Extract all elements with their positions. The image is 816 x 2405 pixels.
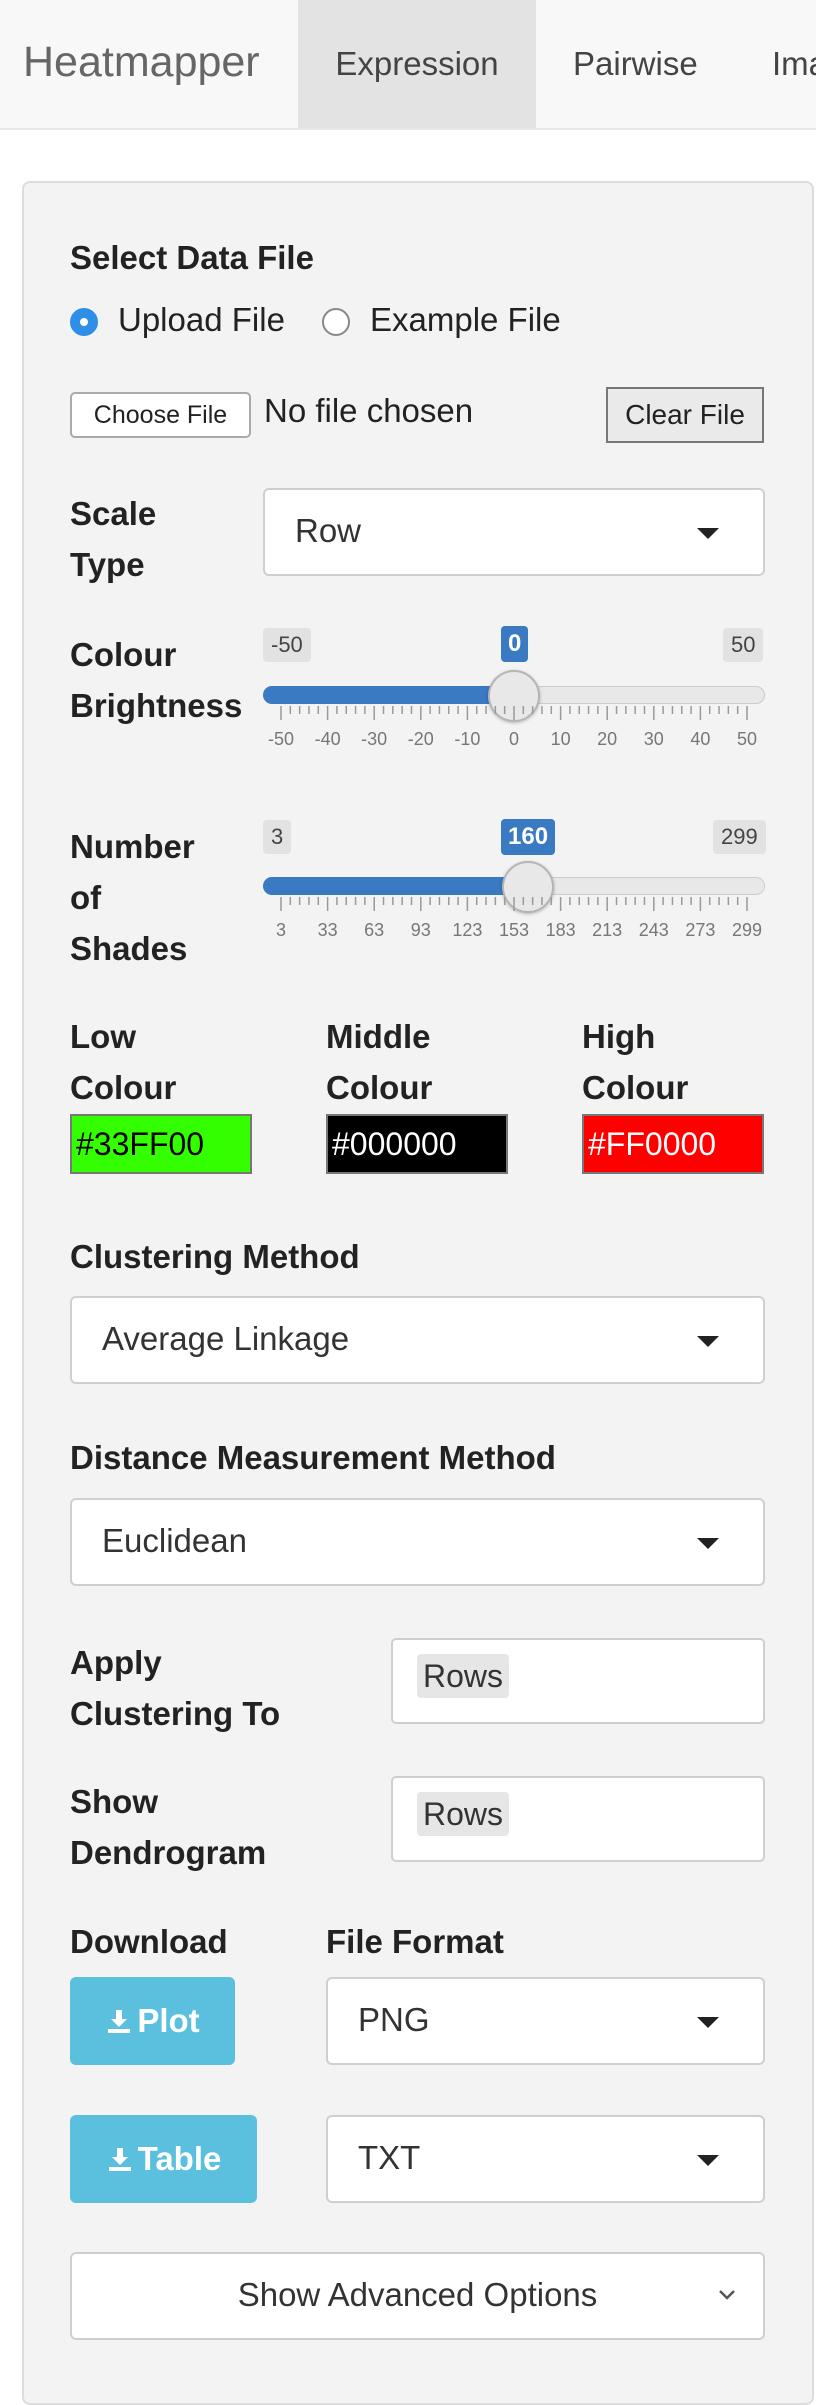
plot-format-value: PNG (358, 2001, 430, 2038)
table-format-select[interactable]: TXT (326, 2115, 765, 2203)
shades-current-label: 160 (501, 819, 556, 855)
tab-pairwise[interactable]: Pairwise (573, 0, 698, 128)
brightness-max-label: 50 (723, 628, 764, 662)
scale-type-value: Row (295, 512, 362, 549)
b-tick-label: -10 (454, 729, 481, 749)
radio-example-file-label[interactable]: Example File (370, 301, 561, 339)
b-tick-label: -40 (314, 729, 341, 749)
show-dendrogram-chip[interactable]: Rows (417, 1792, 510, 1836)
chevron-down-icon (697, 2017, 719, 2028)
chevron-down-icon (697, 1538, 719, 1549)
show-dendrogram-label-1: Show (70, 1783, 158, 1820)
data-file-title: Select Data File (70, 239, 314, 276)
download-table-button[interactable]: Table (70, 2115, 257, 2203)
download-icon (108, 2010, 131, 2033)
chevron-down-icon (697, 1336, 719, 1347)
radio-upload-file[interactable] (70, 308, 98, 336)
download-plot-button[interactable]: Plot (70, 1977, 235, 2065)
table-format-value: TXT (358, 2139, 421, 2176)
low-colour-label-2: Colour (70, 1069, 177, 1106)
b-tick-label: 50 (736, 729, 758, 749)
show-dendrogram-label-2: Dendrogram (70, 1834, 267, 1871)
shades-slider-fill (263, 877, 528, 895)
download-table-label: Table (137, 2140, 222, 2177)
brightness-slider-handle[interactable] (488, 670, 540, 722)
s-tick-label: 243 (638, 920, 669, 940)
show-dendrogram-input[interactable]: Rows (391, 1776, 765, 1862)
b-tick-label: 10 (550, 729, 571, 749)
brightness-slider-fill (263, 686, 514, 704)
shades-max-label: 299 (713, 820, 766, 854)
b-tick-label: -20 (407, 729, 434, 749)
no-file-chosen-text: No file chosen (264, 392, 474, 429)
shades-label-1: Number (70, 828, 195, 865)
s-tick-label: 213 (592, 920, 623, 940)
chevron-down-icon (697, 2155, 719, 2166)
choose-file-button[interactable]: Choose File (70, 392, 251, 438)
download-icon (108, 2148, 131, 2171)
plot-format-select[interactable]: PNG (326, 1977, 765, 2065)
shades-slider-handle[interactable] (501, 861, 554, 913)
s-tick-label: 153 (498, 920, 530, 940)
download-label: Download (70, 1923, 228, 1960)
app-brand[interactable]: Heatmapper (23, 38, 260, 87)
low-colour-label-1: Low (70, 1018, 136, 1055)
distance-method-value: Euclidean (102, 1522, 247, 1559)
b-tick-label: 40 (690, 729, 711, 749)
low-colour-input[interactable]: #33FF00 (70, 1114, 252, 1174)
distance-method-label: Distance Measurement Method (70, 1439, 556, 1476)
advanced-options-label: Show Advanced Options (237, 2276, 598, 2313)
clustering-method-label: Clustering Method (70, 1238, 360, 1275)
chevron-down-icon (719, 2290, 735, 2300)
b-tick-label: 30 (643, 729, 664, 749)
high-colour-label-2: Colour (582, 1069, 689, 1106)
navbar: Heatmapper Expression Pairwise Ima (0, 0, 816, 130)
download-plot-label: Plot (137, 2002, 200, 2039)
s-tick-label: 183 (545, 920, 576, 940)
distance-method-select[interactable]: Euclidean (70, 1498, 765, 1586)
s-tick-label: 299 (731, 920, 763, 940)
apply-clustering-chip[interactable]: Rows (417, 1654, 510, 1698)
file-format-label: File Format (326, 1923, 504, 1960)
s-tick-label: 33 (317, 920, 338, 940)
b-tick-label: 20 (597, 729, 618, 749)
shades-label-3: Shades (70, 930, 188, 967)
b-tick-label: 0 (508, 729, 520, 749)
high-colour-input[interactable]: #FF0000 (582, 1114, 764, 1174)
radio-upload-file-label[interactable]: Upload File (118, 301, 285, 339)
scale-type-label-1: Scale (70, 495, 157, 532)
clustering-method-value: Average Linkage (102, 1320, 350, 1357)
middle-colour-label-1: Middle (326, 1018, 431, 1055)
middle-colour-input[interactable]: #000000 (326, 1114, 508, 1174)
chevron-down-icon (697, 528, 719, 539)
brightness-current-label: 0 (501, 626, 529, 662)
brightness-label-2: Brightness (70, 687, 243, 724)
scale-type-label-2: Type (70, 546, 145, 583)
s-tick-label: 3 (275, 920, 287, 940)
s-tick-label: 93 (410, 920, 431, 940)
tab-expression[interactable]: Expression (298, 0, 536, 128)
b-tick-label: -30 (361, 729, 388, 749)
brightness-label-1: Colour (70, 636, 177, 673)
shades-min-label: 3 (263, 820, 292, 854)
apply-clustering-label-2: Clustering To (70, 1695, 281, 1732)
shades-label-2: of (70, 879, 102, 916)
apply-clustering-input[interactable]: Rows (391, 1638, 765, 1724)
scale-type-select[interactable]: Row (263, 488, 765, 576)
clear-file-button[interactable]: Clear File (606, 387, 764, 443)
clustering-method-select[interactable]: Average Linkage (70, 1296, 765, 1384)
s-tick-label: 123 (452, 920, 483, 940)
b-tick-label: -50 (267, 729, 295, 749)
tab-image[interactable]: Ima (772, 0, 816, 128)
radio-example-file[interactable] (322, 308, 350, 336)
s-tick-label: 273 (685, 920, 716, 940)
s-tick-label: 63 (364, 920, 385, 940)
advanced-options-button[interactable]: Show Advanced Options (70, 2252, 765, 2340)
middle-colour-label-2: Colour (326, 1069, 433, 1106)
high-colour-label-1: High (582, 1018, 656, 1055)
apply-clustering-label-1: Apply (70, 1644, 162, 1681)
sidebar-panel: Select Data File Upload File Example Fil… (22, 181, 814, 2405)
brightness-min-label: -50 (263, 628, 311, 662)
